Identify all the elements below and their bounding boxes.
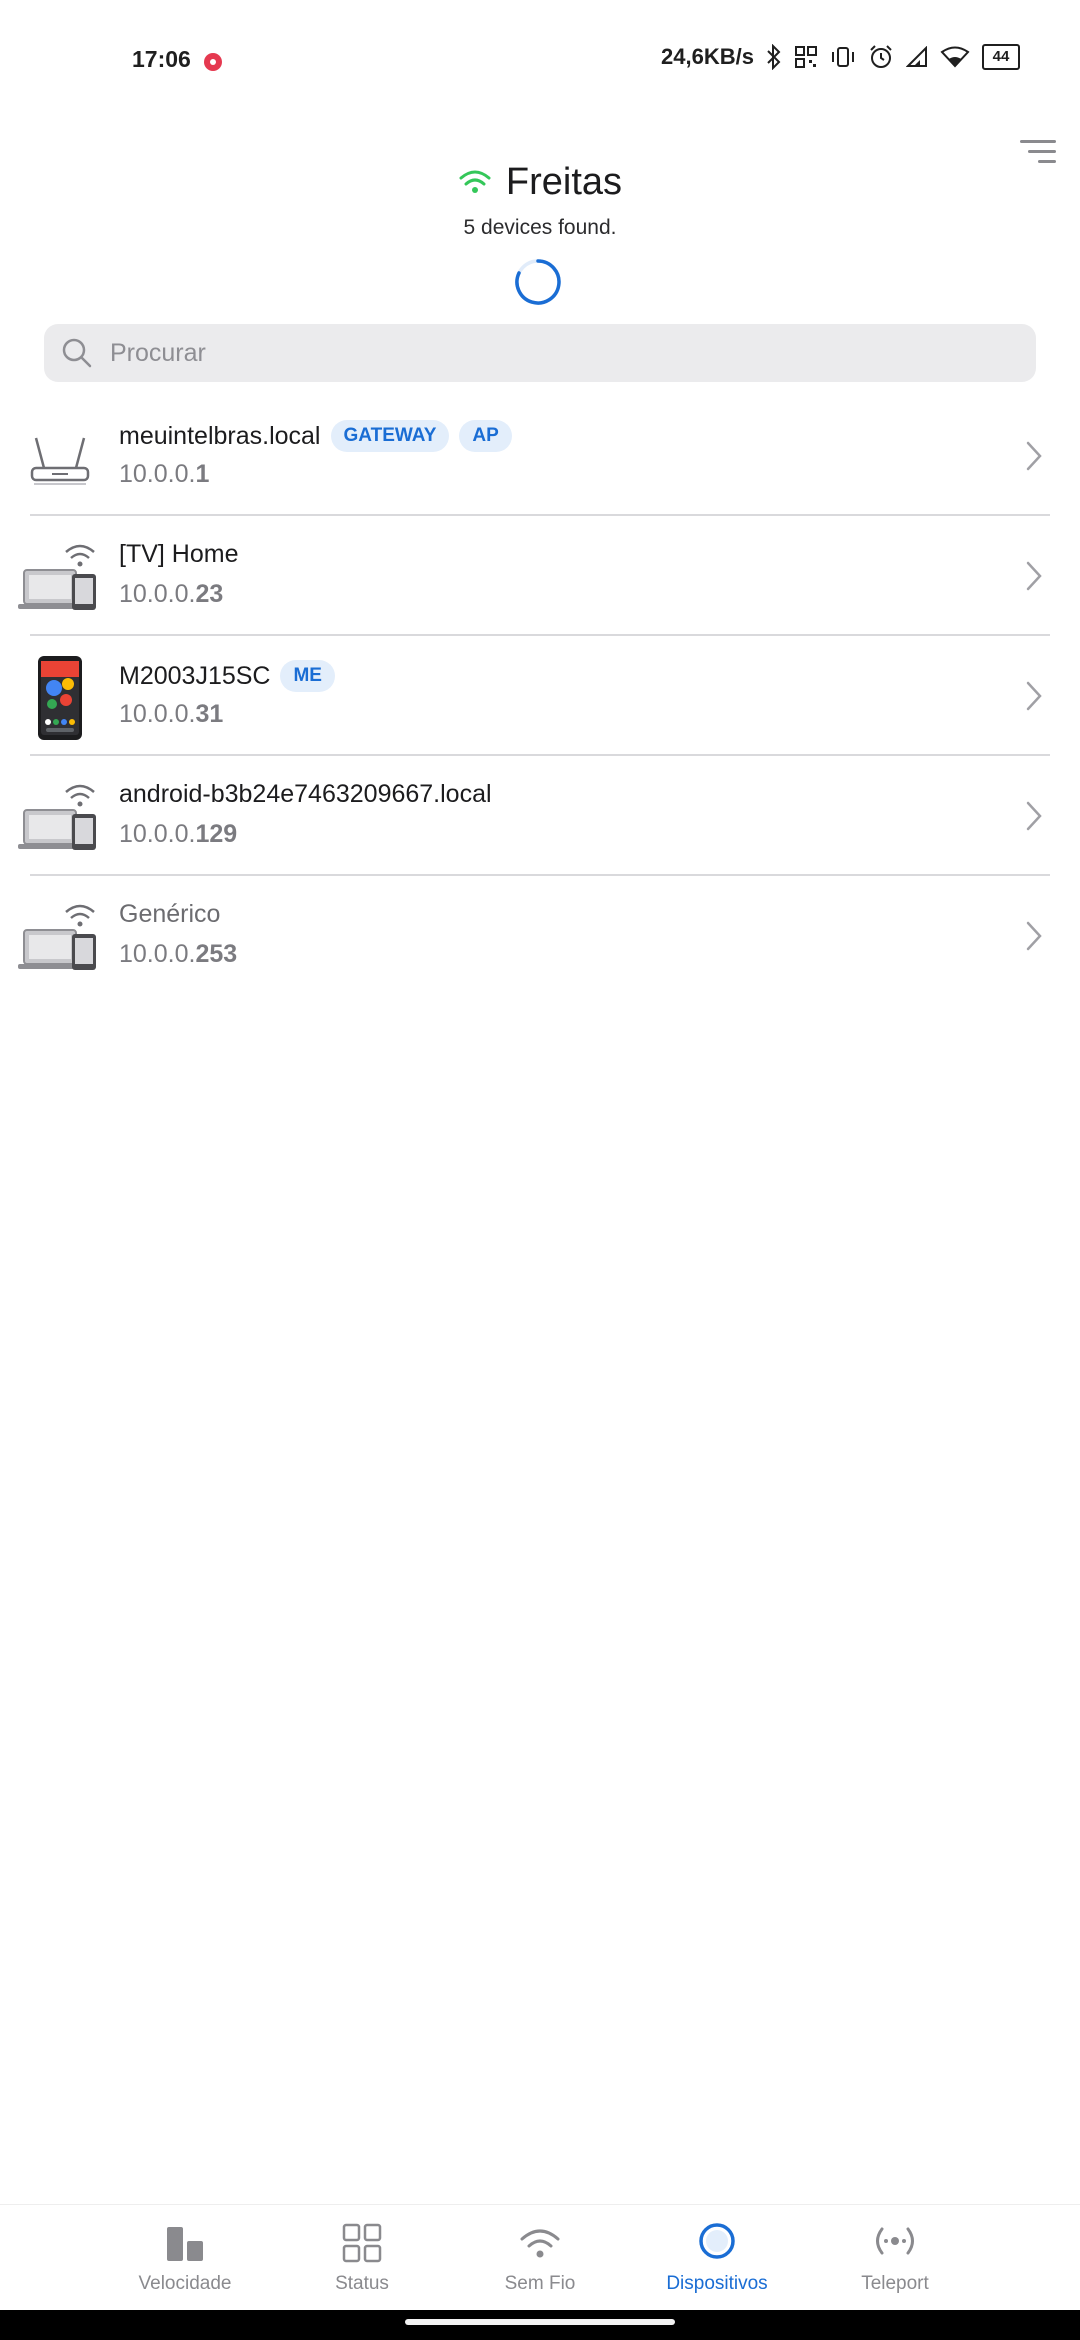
gesture-bar bbox=[0, 2310, 1080, 2340]
device-list: meuintelbras.local GATEWAY AP 10.0.0.1 [… bbox=[0, 396, 1080, 996]
speed-bars-icon bbox=[167, 2227, 203, 2261]
wifi-icon bbox=[520, 2229, 560, 2258]
vibrate-icon bbox=[830, 45, 856, 69]
ip-suffix: 31 bbox=[195, 700, 224, 728]
ip-prefix: 10.0.0. bbox=[119, 700, 196, 728]
wireless-device-icon bbox=[18, 544, 96, 610]
device-ip: 10.0.0.1 bbox=[119, 460, 209, 489]
search-icon bbox=[62, 338, 92, 368]
ip-suffix: 23 bbox=[195, 580, 224, 608]
devices-circle-icon bbox=[699, 2223, 735, 2259]
device-name-line: M2003J15SC ME bbox=[119, 660, 335, 692]
ip-prefix: 10.0.0. bbox=[119, 580, 196, 608]
nav-tab-teleport[interactable]: Teleport bbox=[805, 2221, 985, 2295]
nav-label: Teleport bbox=[861, 2273, 929, 2294]
device-ip: 10.0.0.23 bbox=[119, 580, 223, 609]
gateway-badge: GATEWAY bbox=[330, 420, 450, 452]
nav-tab-status[interactable]: Status bbox=[272, 2221, 452, 2295]
bluetooth-icon bbox=[766, 44, 782, 70]
alarm-icon bbox=[868, 44, 894, 70]
wireless-device-icon bbox=[18, 904, 96, 970]
ip-suffix: 1 bbox=[195, 460, 210, 488]
teleport-icon bbox=[876, 2227, 914, 2255]
nav-tab-dispositivos[interactable]: Dispositivos bbox=[627, 2221, 807, 2295]
nav-tab-velocidade[interactable]: Velocidade bbox=[95, 2221, 275, 2295]
network-header: Freitas bbox=[0, 154, 1080, 210]
device-name: meuintelbras.local bbox=[119, 421, 321, 450]
home-gesture-handle[interactable] bbox=[405, 2319, 675, 2325]
device-name-line: android-b3b24e7463209667.local bbox=[119, 780, 492, 809]
wifi-status-icon bbox=[940, 46, 970, 68]
me-badge: ME bbox=[280, 660, 335, 692]
wireless-device-icon bbox=[18, 784, 96, 850]
device-ip: 10.0.0.253 bbox=[119, 940, 237, 969]
bottom-navigation: Velocidade Status Sem Fio Dispositivos T… bbox=[0, 2204, 1080, 2309]
chevron-right-icon bbox=[1026, 681, 1042, 711]
device-name: M2003J15SC bbox=[119, 661, 271, 690]
ip-suffix: 129 bbox=[195, 820, 238, 848]
device-name-line: [TV] Home bbox=[119, 540, 238, 569]
loading-spinner-icon bbox=[515, 259, 561, 305]
chevron-right-icon bbox=[1026, 561, 1042, 591]
grid-icon bbox=[342, 2223, 382, 2263]
device-name: [TV] Home bbox=[119, 540, 239, 568]
device-ip: 10.0.0.31 bbox=[119, 700, 223, 729]
device-row[interactable]: Genérico 10.0.0.253 bbox=[0, 876, 1080, 996]
status-icons: 24,6KB/s 44 bbox=[661, 44, 1020, 70]
qr-code-icon bbox=[794, 45, 818, 69]
chevron-right-icon bbox=[1026, 441, 1042, 471]
device-name-line: Genérico bbox=[119, 900, 220, 929]
battery-indicator: 44 bbox=[982, 44, 1020, 70]
device-name: Genérico bbox=[119, 900, 221, 928]
device-row[interactable]: android-b3b24e7463209667.local 10.0.0.12… bbox=[0, 756, 1080, 876]
chevron-right-icon bbox=[1026, 801, 1042, 831]
network-speed: 24,6KB/s bbox=[661, 44, 754, 69]
nav-label: Velocidade bbox=[138, 2273, 232, 2294]
status-bar: 17:06 24,6KB/s 44 bbox=[0, 0, 1080, 126]
device-row[interactable]: M2003J15SC ME 10.0.0.31 bbox=[0, 636, 1080, 756]
screen-record-icon bbox=[204, 53, 222, 71]
network-name: Freitas bbox=[505, 160, 623, 203]
search-input[interactable] bbox=[108, 337, 992, 369]
ap-badge: AP bbox=[459, 420, 512, 452]
filter-line bbox=[1020, 140, 1056, 143]
ip-suffix: 253 bbox=[195, 940, 238, 968]
nav-label: Sem Fio bbox=[504, 2273, 576, 2294]
nav-label: Status bbox=[335, 2273, 389, 2294]
device-name-line: meuintelbras.local GATEWAY AP bbox=[119, 420, 512, 452]
ip-prefix: 10.0.0. bbox=[119, 460, 196, 488]
ip-prefix: 10.0.0. bbox=[119, 940, 196, 968]
smartphone-icon bbox=[38, 656, 82, 740]
devices-found-count: 5 devices found. bbox=[463, 216, 617, 239]
cell-signal-icon bbox=[906, 46, 928, 68]
device-name: android-b3b24e7463209667.local bbox=[119, 780, 492, 808]
filter-line bbox=[1028, 150, 1056, 153]
device-row[interactable]: [TV] Home 10.0.0.23 bbox=[0, 516, 1080, 636]
nav-tab-sem-fio[interactable]: Sem Fio bbox=[450, 2221, 630, 2295]
chevron-right-icon bbox=[1026, 921, 1042, 951]
device-ip: 10.0.0.129 bbox=[119, 820, 237, 849]
wifi-connected-icon bbox=[459, 170, 491, 193]
nav-label: Dispositivos bbox=[666, 2273, 768, 2294]
search-bar[interactable] bbox=[44, 324, 1036, 382]
device-row[interactable]: meuintelbras.local GATEWAY AP 10.0.0.1 bbox=[0, 396, 1080, 516]
status-time: 17:06 bbox=[132, 46, 191, 72]
ip-prefix: 10.0.0. bbox=[119, 820, 196, 848]
router-icon bbox=[30, 437, 90, 485]
